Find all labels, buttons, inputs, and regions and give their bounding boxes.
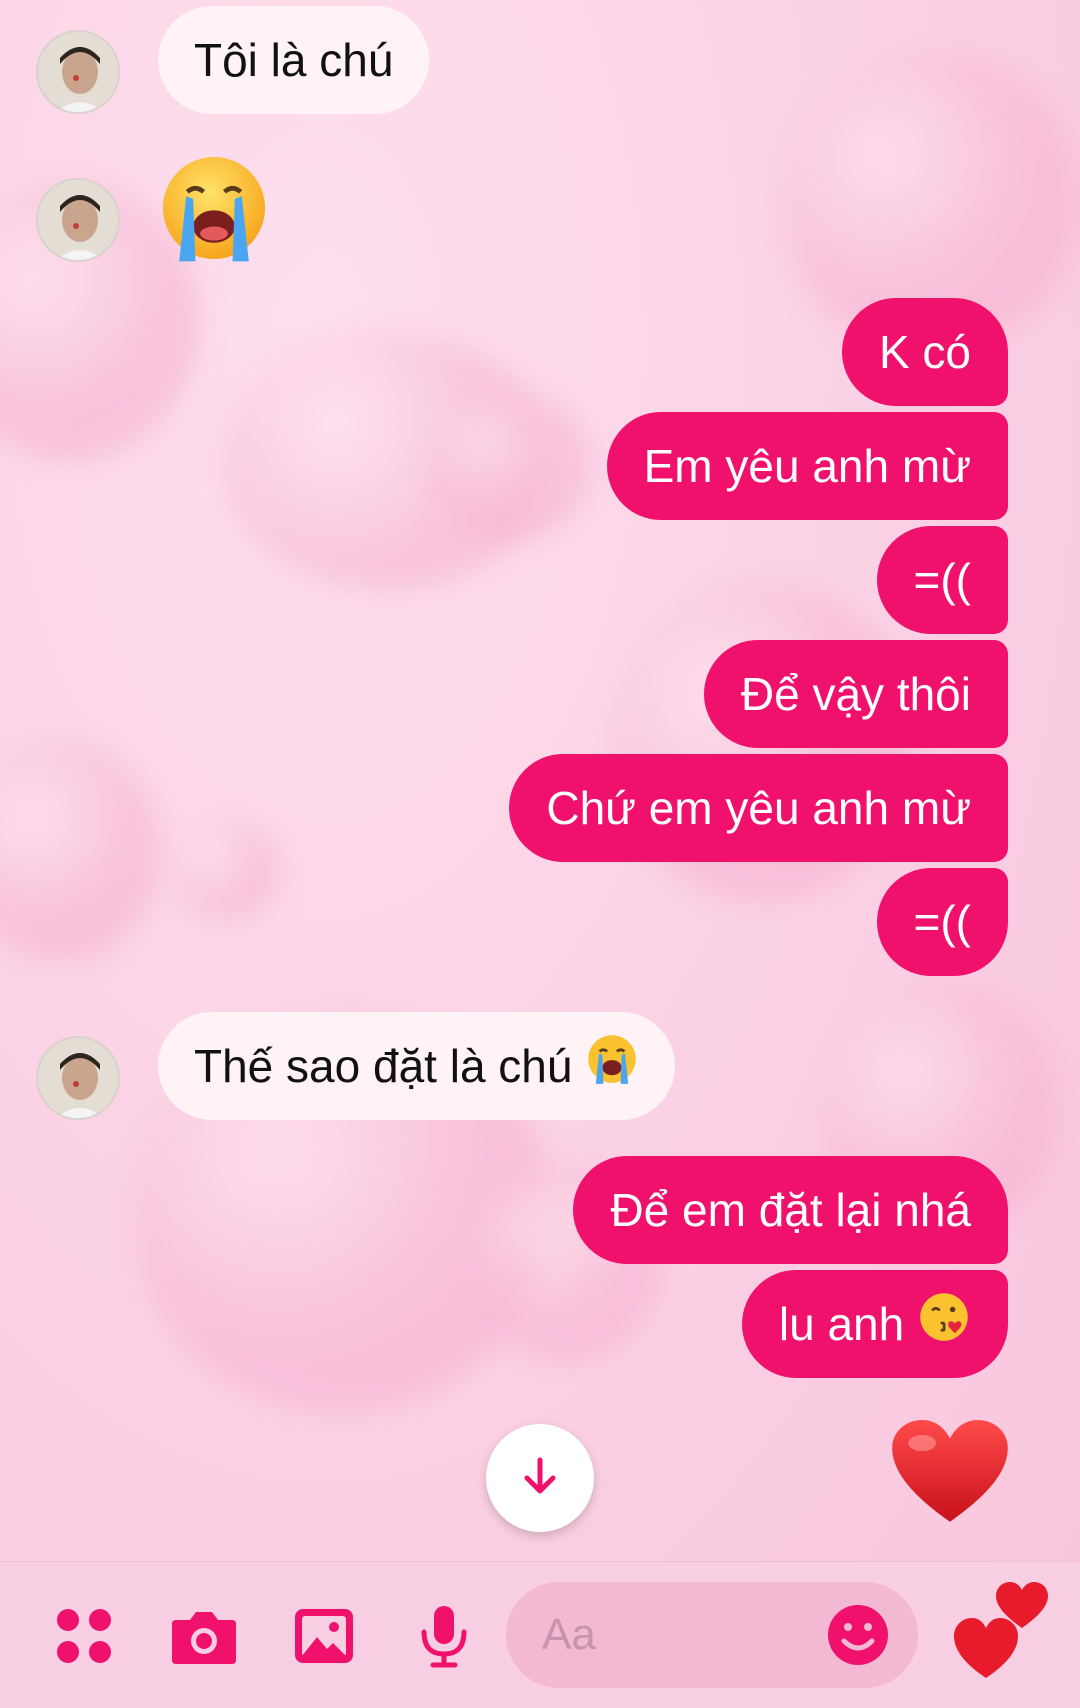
- red-heart-icon[interactable]: [892, 1420, 1008, 1529]
- arrow-down-icon: [518, 1454, 562, 1503]
- message-incoming[interactable]: Thế sao đặt là chú: [158, 1012, 676, 1120]
- contact-avatar[interactable]: [36, 1036, 120, 1120]
- contact-avatar[interactable]: [36, 178, 120, 262]
- message-input[interactable]: Aa: [506, 1582, 918, 1688]
- message-outgoing[interactable]: Em yêu anh mừ: [606, 412, 1008, 520]
- message-text: Thế sao đặt là chú: [194, 1040, 573, 1092]
- contact-avatar[interactable]: [36, 30, 120, 114]
- microphone-icon[interactable]: [404, 1596, 484, 1676]
- image-icon[interactable]: [284, 1596, 364, 1676]
- message-outgoing[interactable]: K có: [841, 298, 1008, 406]
- menu-dots-icon[interactable]: [44, 1596, 124, 1676]
- message-input-placeholder: Aa: [542, 1610, 596, 1659]
- composer-bar: Aa: [0, 1561, 1080, 1708]
- message-outgoing[interactable]: lu anh: [741, 1270, 1008, 1378]
- loudly-crying-face-icon[interactable]: [156, 150, 272, 271]
- emoji-icon[interactable]: [820, 1597, 896, 1673]
- message-outgoing[interactable]: Chứ em yêu anh mừ: [509, 754, 1008, 862]
- message-outgoing[interactable]: Để vậy thôi: [703, 640, 1008, 748]
- message-outgoing[interactable]: =((: [876, 526, 1008, 634]
- face-blowing-a-kiss-icon: [917, 1274, 971, 1382]
- hearts-send-icon[interactable]: [950, 1578, 1060, 1688]
- camera-icon[interactable]: [164, 1596, 244, 1676]
- conversation: Tôi là chú K có Em yêu anh mừ =(( Để vậy…: [0, 0, 1080, 1562]
- message-outgoing[interactable]: =((: [876, 868, 1008, 976]
- message-text: lu anh: [778, 1298, 905, 1350]
- message-incoming[interactable]: Tôi là chú: [158, 6, 430, 114]
- scroll-to-bottom-button[interactable]: [486, 1424, 594, 1532]
- message-outgoing[interactable]: Để em đặt lại nhá: [573, 1156, 1008, 1264]
- loudly-crying-face-icon: [585, 1016, 639, 1124]
